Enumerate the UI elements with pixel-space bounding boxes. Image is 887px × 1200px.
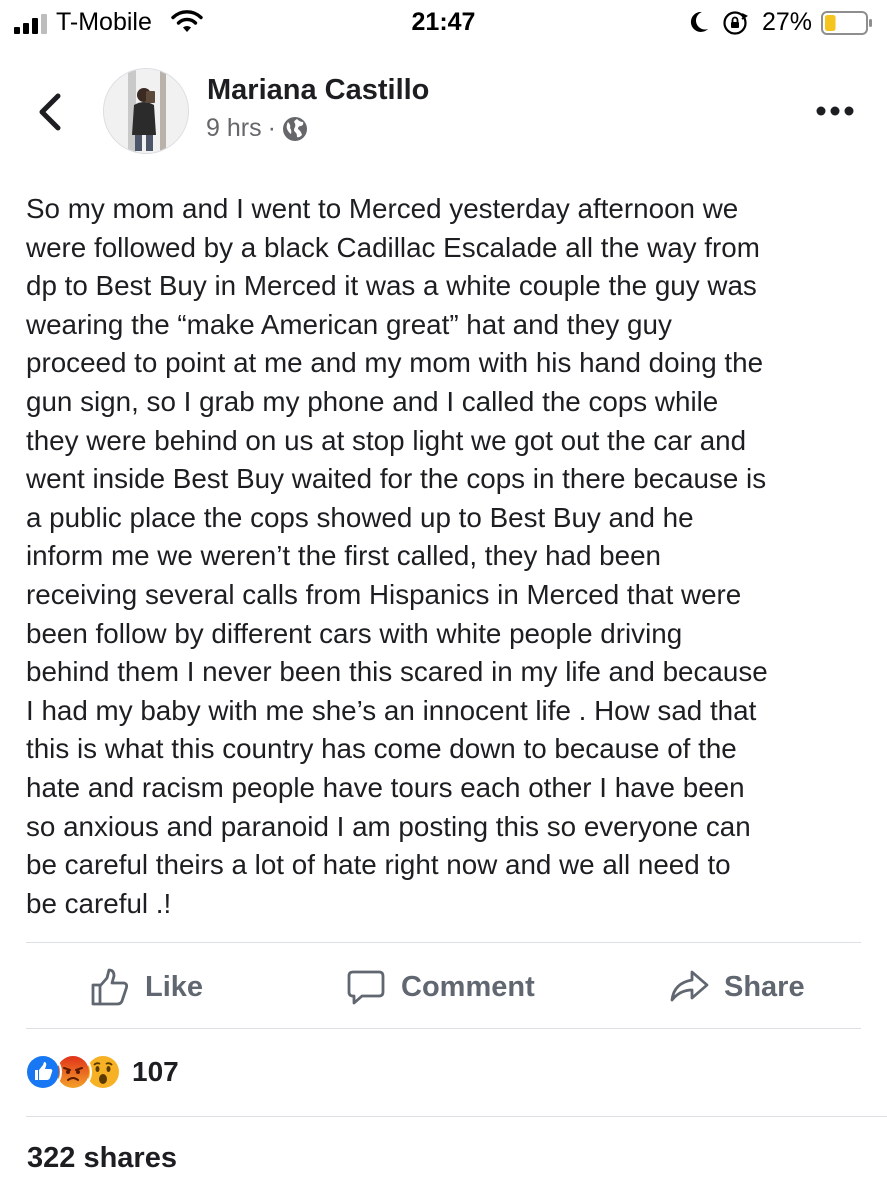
comment-bubble-icon <box>347 970 385 1005</box>
post-timestamp[interactable]: 9 hrs <box>206 114 262 143</box>
do-not-disturb-moon-icon <box>690 11 708 32</box>
divider <box>26 942 861 943</box>
share-label: Share <box>724 970 805 1003</box>
divider <box>26 1116 887 1117</box>
comment-button[interactable]: Comment <box>345 962 535 1012</box>
shares-count[interactable]: 322 shares <box>27 1142 177 1175</box>
author-name[interactable]: Mariana Castillo <box>207 74 429 107</box>
reactions-summary[interactable]: 107 <box>24 1052 179 1092</box>
comment-label: Comment <box>401 970 535 1003</box>
like-label: Like <box>145 970 204 1003</box>
reaction-count: 107 <box>132 1056 179 1087</box>
globe-icon <box>282 116 307 141</box>
post-meta: 9 hrs · <box>206 114 308 143</box>
post-text: So my mom and I went to Merced yesterday… <box>26 193 768 919</box>
thumbs-up-icon <box>91 968 129 1006</box>
meta-separator: · <box>267 114 276 142</box>
battery-icon <box>821 11 872 35</box>
share-button[interactable]: Share <box>668 962 805 1012</box>
battery-percentage: 27% <box>762 8 813 36</box>
status-bar: T-Mobile 21:47 27% <box>0 0 887 46</box>
avatar[interactable] <box>103 68 189 154</box>
share-arrow-icon <box>670 970 709 1002</box>
more-options-icon[interactable] <box>815 104 855 118</box>
divider <box>26 1028 861 1029</box>
like-button[interactable]: Like <box>89 962 203 1012</box>
clock: 21:47 <box>411 8 476 36</box>
profile-photo <box>104 69 188 153</box>
rotation-lock-icon <box>723 11 748 35</box>
back-chevron-icon[interactable] <box>36 92 64 132</box>
like-reaction-icon <box>24 1053 62 1091</box>
